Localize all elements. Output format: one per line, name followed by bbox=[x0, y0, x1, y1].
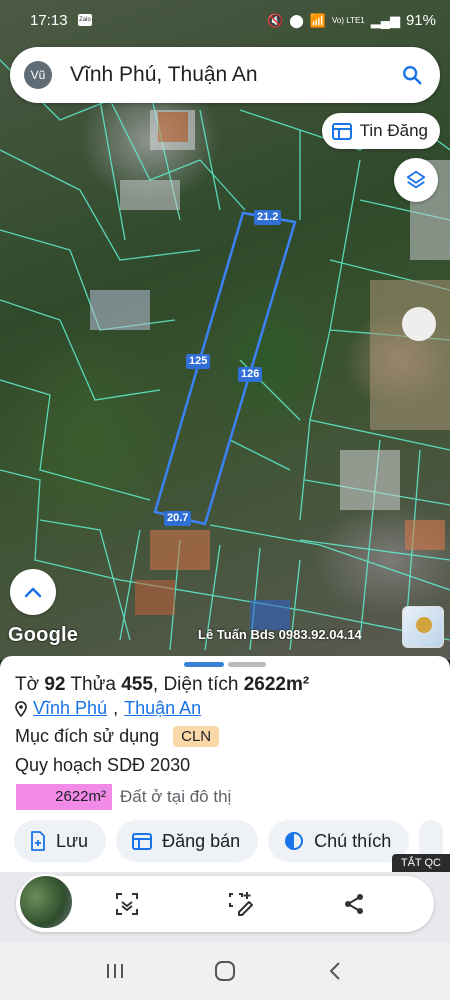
sheet-number: 92 bbox=[44, 674, 66, 695]
legend-button[interactable]: Chú thích bbox=[268, 820, 410, 862]
sheet-handle-inactive[interactable] bbox=[228, 662, 266, 667]
parcel-location: Vĩnh Phú, Thuận An bbox=[15, 698, 201, 719]
search-bar[interactable]: Vũ Vĩnh Phú, Thuận An bbox=[10, 47, 440, 103]
tin-dang-label: Tin Đăng bbox=[359, 121, 428, 140]
district-link[interactable]: Thuận An bbox=[124, 698, 201, 719]
search-button[interactable] bbox=[392, 55, 432, 95]
add-edit-icon[interactable] bbox=[227, 891, 255, 917]
edge-label-bottom: 20.7 bbox=[164, 511, 192, 526]
plan-area-value: 2622m² bbox=[16, 784, 112, 810]
ad-toolbar[interactable] bbox=[16, 874, 434, 932]
status-bar: 17:13 Zalo 🔇 ⬤ 📶 Vo) LTE1 ▂▄▆ 91% bbox=[0, 0, 450, 42]
edge-label-top: 21.2 bbox=[254, 210, 282, 225]
legend-label: Chú thích bbox=[314, 830, 392, 851]
signal-icon: ▂▄▆ bbox=[370, 12, 400, 28]
expand-up-button[interactable] bbox=[10, 569, 56, 615]
hide-ads-button[interactable]: TẮT QC bbox=[391, 854, 450, 872]
ad-banner[interactable]: TẮT QC bbox=[0, 854, 450, 942]
system-nav-bar bbox=[0, 942, 450, 1000]
action-chips: Lưu Đăng bán Chú thích bbox=[14, 820, 444, 862]
status-time: 17:13 bbox=[30, 12, 68, 29]
tin-dang-button[interactable]: Tin Đăng bbox=[321, 113, 440, 149]
save-button[interactable]: Lưu bbox=[14, 820, 107, 862]
scan-icon[interactable] bbox=[114, 891, 140, 917]
avatar[interactable]: Vũ bbox=[24, 61, 52, 89]
home-icon bbox=[215, 961, 235, 981]
ward-link[interactable]: Vĩnh Phú bbox=[33, 698, 107, 719]
sheet-handle-active[interactable] bbox=[184, 662, 224, 667]
listing-icon bbox=[132, 833, 153, 850]
purpose-badge[interactable]: CLN bbox=[173, 726, 220, 747]
ad-thumbnail[interactable] bbox=[18, 874, 74, 930]
plan-label: Quy hoạch SDĐ 2030 bbox=[15, 755, 191, 775]
edge-label-left: 125 bbox=[186, 354, 211, 369]
back-icon bbox=[330, 962, 340, 980]
map-watermark: Lê Tuấn Bds 0983.92.04.14 bbox=[198, 627, 362, 642]
recent-apps-button[interactable] bbox=[95, 951, 135, 991]
share-icon[interactable] bbox=[342, 892, 366, 916]
network-label: Vo) LTE1 bbox=[331, 16, 365, 25]
search-icon bbox=[403, 66, 422, 85]
back-button[interactable] bbox=[315, 951, 355, 991]
parcel-area: 2622m² bbox=[243, 674, 310, 695]
profile-thumbnail[interactable] bbox=[402, 606, 444, 648]
map-view[interactable]: 21.2 125 126 20.7 17:13 Zalo 🔇 ⬤ 📶 Vo) L… bbox=[0, 0, 450, 660]
parcel-outline bbox=[153, 211, 297, 526]
list-sale-button[interactable]: Đăng bán bbox=[116, 820, 259, 862]
recent-apps-icon bbox=[107, 964, 123, 978]
home-button[interactable] bbox=[205, 951, 245, 991]
google-logo: Google bbox=[8, 624, 79, 646]
purpose-label: Mục đích sử dụng bbox=[15, 726, 160, 746]
listing-icon bbox=[331, 123, 352, 140]
location-pin-icon bbox=[15, 700, 27, 717]
mute-icon: 🔇 bbox=[267, 12, 284, 28]
edge-label-right: 126 bbox=[238, 367, 263, 382]
wifi-icon: 📶 bbox=[309, 12, 326, 28]
add-file-icon bbox=[31, 831, 45, 851]
layers-button[interactable] bbox=[394, 158, 438, 202]
land-purpose-row: Mục đích sử dụng CLN bbox=[15, 726, 220, 747]
contrast-icon bbox=[285, 832, 304, 850]
plan-area-desc: Đất ở tại đô thị bbox=[120, 787, 232, 806]
location-icon: ⬤ bbox=[289, 12, 304, 28]
plot-number: 455 bbox=[121, 674, 153, 695]
parcel-info-sheet: Tờ 92 Thửa 455, Diện tích 2622m² Vĩnh Ph… bbox=[0, 656, 450, 886]
list-sale-label: Đăng bán bbox=[162, 830, 241, 851]
save-label: Lưu bbox=[56, 830, 89, 851]
chevron-up-icon bbox=[24, 587, 42, 598]
search-input[interactable]: Vĩnh Phú, Thuận An bbox=[70, 63, 392, 87]
zalo-icon: Zalo bbox=[78, 14, 92, 26]
plan-area-row: 2622m² Đất ở tại đô thị bbox=[16, 784, 231, 810]
map-marker-dot[interactable] bbox=[402, 307, 436, 341]
parcel-summary: Tờ 92 Thửa 455, Diện tích 2622m² bbox=[15, 674, 310, 695]
layers-icon bbox=[406, 170, 426, 189]
battery-level: 91% bbox=[405, 12, 436, 29]
